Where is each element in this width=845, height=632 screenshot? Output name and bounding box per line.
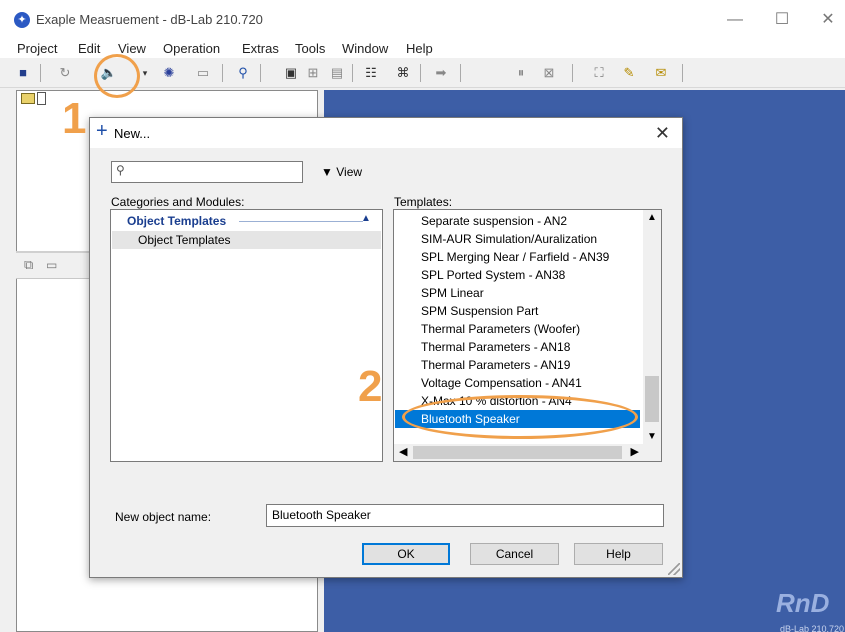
list-item[interactable]: SPL Merging Near / Farfield - AN39 [395,248,640,266]
step1-highlight-ring [94,54,140,98]
network-icon[interactable]: ⌘ [394,64,412,82]
refresh-icon[interactable]: ↻ [56,64,74,82]
step2-number: 2 [358,362,383,411]
menu-project[interactable]: Project [17,41,57,56]
list-item[interactable]: SPM Linear [395,284,640,302]
run-icon[interactable]: ➡ [432,64,450,82]
dialog-title: New... [114,126,151,141]
toolbar-separator [352,64,353,82]
scrollbar-thumb[interactable] [413,446,622,459]
category-group-header[interactable]: Object Templates [127,214,226,228]
menu-operation[interactable]: Operation [163,41,220,56]
tile-icon[interactable]: ▭ [46,258,57,272]
menu-extras[interactable]: Extras [242,41,279,56]
properties-icon[interactable]: ☷ [362,64,380,82]
horizontal-scrollbar[interactable]: ◀ ▶ [394,444,661,461]
object-name-input[interactable]: Bluetooth Speaker [266,504,664,527]
list-item[interactable]: Separate suspension - AN2 [395,212,640,230]
title-bar: ✦ Exaple Measruement - dB-Lab 210.720 — … [0,0,845,40]
scroll-left-icon[interactable]: ◀ [399,445,407,458]
step1-number: 1 [62,94,87,143]
notes-icon[interactable]: ✎ [620,64,638,82]
maximize-button[interactable]: ☐ [762,6,802,34]
toolbar-separator [460,64,461,82]
chart-icon[interactable]: ⛶ [590,64,608,82]
ok-button[interactable]: OK [362,543,450,565]
search-icon[interactable]: ⚲ [234,64,252,82]
scroll-right-icon[interactable]: ▶ [631,445,639,458]
category-item-object-templates[interactable]: Object Templates [112,231,381,249]
step2-highlight-ring [402,395,638,439]
generator-icon[interactable]: ✺ [160,64,178,82]
dialog-title-bar: + New... ✕ [90,118,682,148]
menu-window[interactable]: Window [342,41,388,56]
list-item[interactable]: SPM Suspension Part [395,302,640,320]
new-window-icon[interactable]: ⧉ [24,257,33,273]
collapse-icon[interactable]: ▲ [361,213,371,224]
search-icon: ⚲ [116,163,125,177]
list-item[interactable]: SPL Ported System - AN38 [395,266,640,284]
toolbar-separator [420,64,421,82]
help-button[interactable]: Help [574,543,663,565]
save-all-icon[interactable]: ▤ [328,64,346,82]
template-search-input[interactable]: ⚲ [111,161,303,183]
list-item[interactable]: Thermal Parameters (Woofer) [395,320,640,338]
templates-label: Templates: [394,195,453,209]
app-logo-icon: ✦ [14,12,30,28]
scroll-up-icon[interactable]: ▲ [647,212,657,223]
close-window-button[interactable]: ✕ [808,6,845,34]
plus-icon: + [96,120,108,142]
minimize-button[interactable]: — [715,6,755,34]
categories-label: Categories and Modules: [111,195,245,209]
group-divider [239,221,363,222]
new-object-dialog: + New... ✕ ⚲ ▼ View Categories and Modul… [89,117,683,578]
menu-tools[interactable]: Tools [295,41,325,56]
version-text: dB-Lab 210.720 [780,624,845,632]
list-item[interactable]: Thermal Parameters - AN18 [395,338,640,356]
scrollbar-thumb[interactable] [645,376,659,422]
pause-icon[interactable]: ⏸ [512,64,530,82]
window-title: Exaple Measruement - dB-Lab 210.720 [36,12,263,27]
window-icon[interactable]: ▭ [194,64,212,82]
scroll-down-icon[interactable]: ▼ [647,431,657,442]
list-item[interactable]: SIM-AUR Simulation/Auralization [395,230,640,248]
vertical-scrollbar[interactable]: ▲ ▼ [643,210,661,444]
toolbar-separator [572,64,573,82]
object-name-label: New object name: [115,510,212,524]
categories-list[interactable]: Object Templates ▲ Object Templates [110,209,383,462]
toolbar-separator [40,64,41,82]
document-icon[interactable] [37,92,46,105]
list-item[interactable]: Thermal Parameters - AN19 [395,356,640,374]
toolbar-separator [222,64,223,82]
save-icon[interactable]: ▣ [282,64,300,82]
chevron-down-icon: ▼ [321,165,333,179]
dialog-close-button[interactable]: ✕ [655,123,670,144]
view-label: View [336,165,363,179]
stop-icon[interactable]: ⊠ [540,64,558,82]
menu-help[interactable]: Help [406,41,433,56]
rnd-logo: RnD [776,588,830,618]
menu-edit[interactable]: Edit [78,41,100,56]
save-as-icon[interactable]: ⊞ [304,64,322,82]
list-item[interactable]: Voltage Compensation - AN41 [395,374,640,392]
database-icon[interactable]: ■ [14,64,32,82]
app-window: ✦ Exaple Measruement - dB-Lab 210.720 — … [0,0,845,632]
toolbar-separator [260,64,261,82]
cancel-button[interactable]: Cancel [470,543,559,565]
view-dropdown-button[interactable]: ▼ View [321,165,362,179]
mail-icon[interactable]: ✉ [652,64,670,82]
folder-icon[interactable] [21,93,35,104]
resize-grip[interactable] [668,563,680,575]
category-item-label: Object Templates [138,233,231,247]
toolbar-separator [682,64,683,82]
